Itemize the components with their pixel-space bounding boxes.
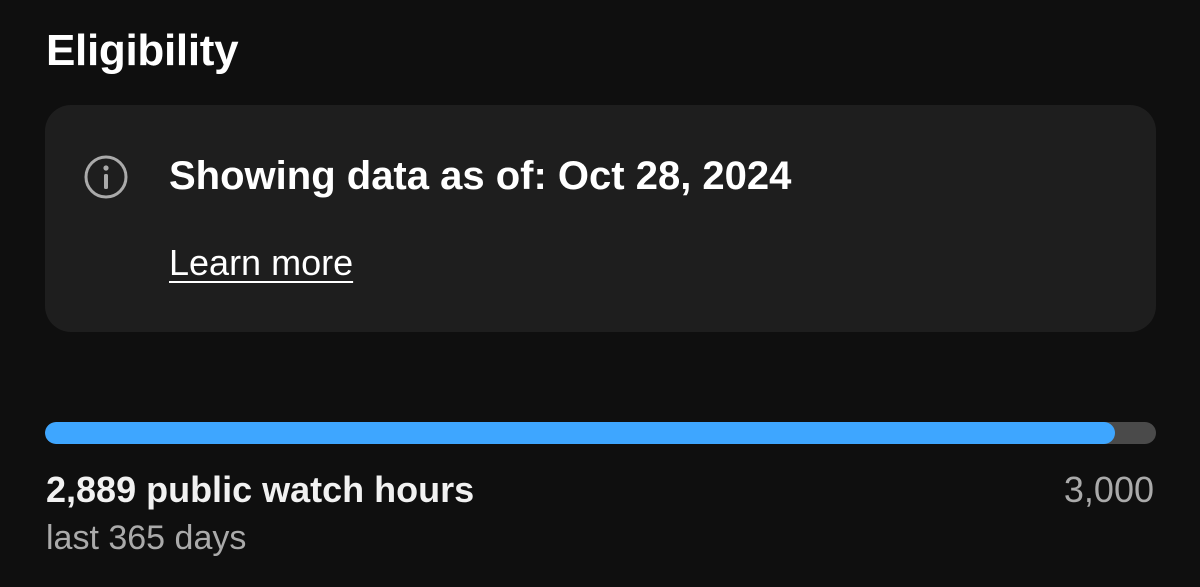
learn-more-link[interactable]: Learn more [169,240,353,286]
watch-hours-value: 2,889 public watch hours [46,469,475,510]
info-icon [82,153,130,201]
section-title: Eligibility [46,26,239,75]
watch-hours-progress-fill [45,422,1115,444]
watch-hours-progress-bar [45,422,1156,444]
data-date-message: Showing data as of: Oct 28, 2024 [169,154,792,198]
info-card [45,105,1156,332]
watch-hours-period: last 365 days [46,519,247,557]
watch-hours-target: 3,000 [1063,469,1154,510]
